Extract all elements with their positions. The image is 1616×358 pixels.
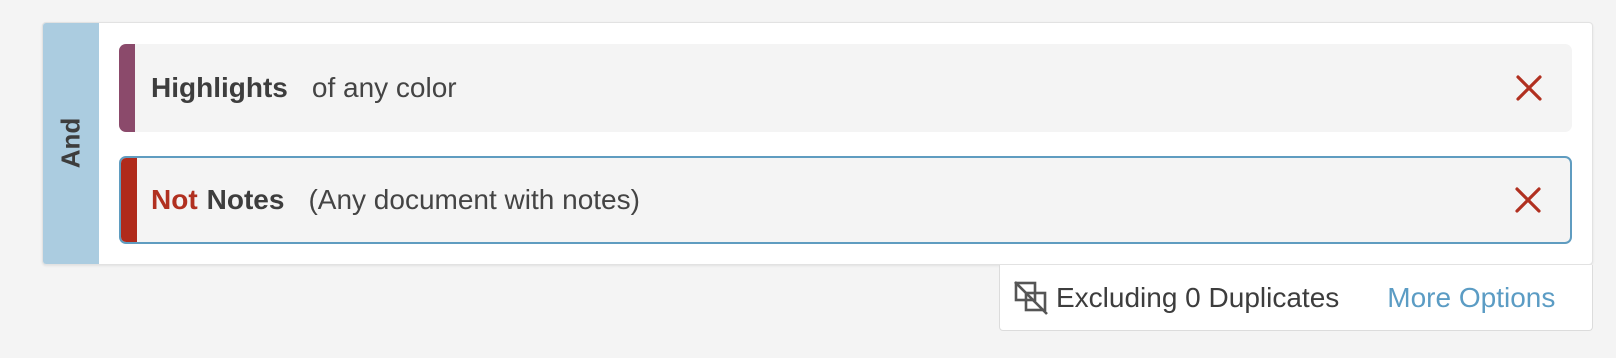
group-operator-label: And [55, 117, 86, 169]
rule-accent-bar [121, 158, 137, 242]
more-options-link[interactable]: More Options [1387, 282, 1555, 314]
query-group: And Highlights of any color Not Notes (A… [42, 22, 1593, 265]
close-icon [1516, 75, 1542, 101]
query-footer: Excluding 0 Duplicates More Options [999, 265, 1593, 331]
rule-field-label: Highlights [151, 72, 288, 103]
close-icon [1515, 187, 1541, 213]
rule-not-keyword: Not [151, 184, 198, 215]
remove-rule-button[interactable] [1514, 73, 1544, 103]
filter-rule-highlights[interactable]: Highlights of any color [119, 44, 1572, 132]
rule-text: Highlights of any color [151, 44, 457, 132]
rule-description: (Any document with notes) [308, 184, 640, 215]
rule-field-label: Notes [206, 184, 285, 215]
group-operator-bar[interactable]: And [43, 23, 99, 264]
rule-description: of any color [311, 72, 457, 103]
filter-rule-notes[interactable]: Not Notes (Any document with notes) [119, 156, 1572, 244]
rule-text: Not Notes (Any document with notes) [151, 158, 640, 242]
rule-accent-bar [119, 44, 135, 132]
remove-rule-button[interactable] [1513, 185, 1543, 215]
exclude-duplicates-icon [1014, 280, 1048, 315]
duplicates-status: Excluding 0 Duplicates [1056, 281, 1340, 313]
